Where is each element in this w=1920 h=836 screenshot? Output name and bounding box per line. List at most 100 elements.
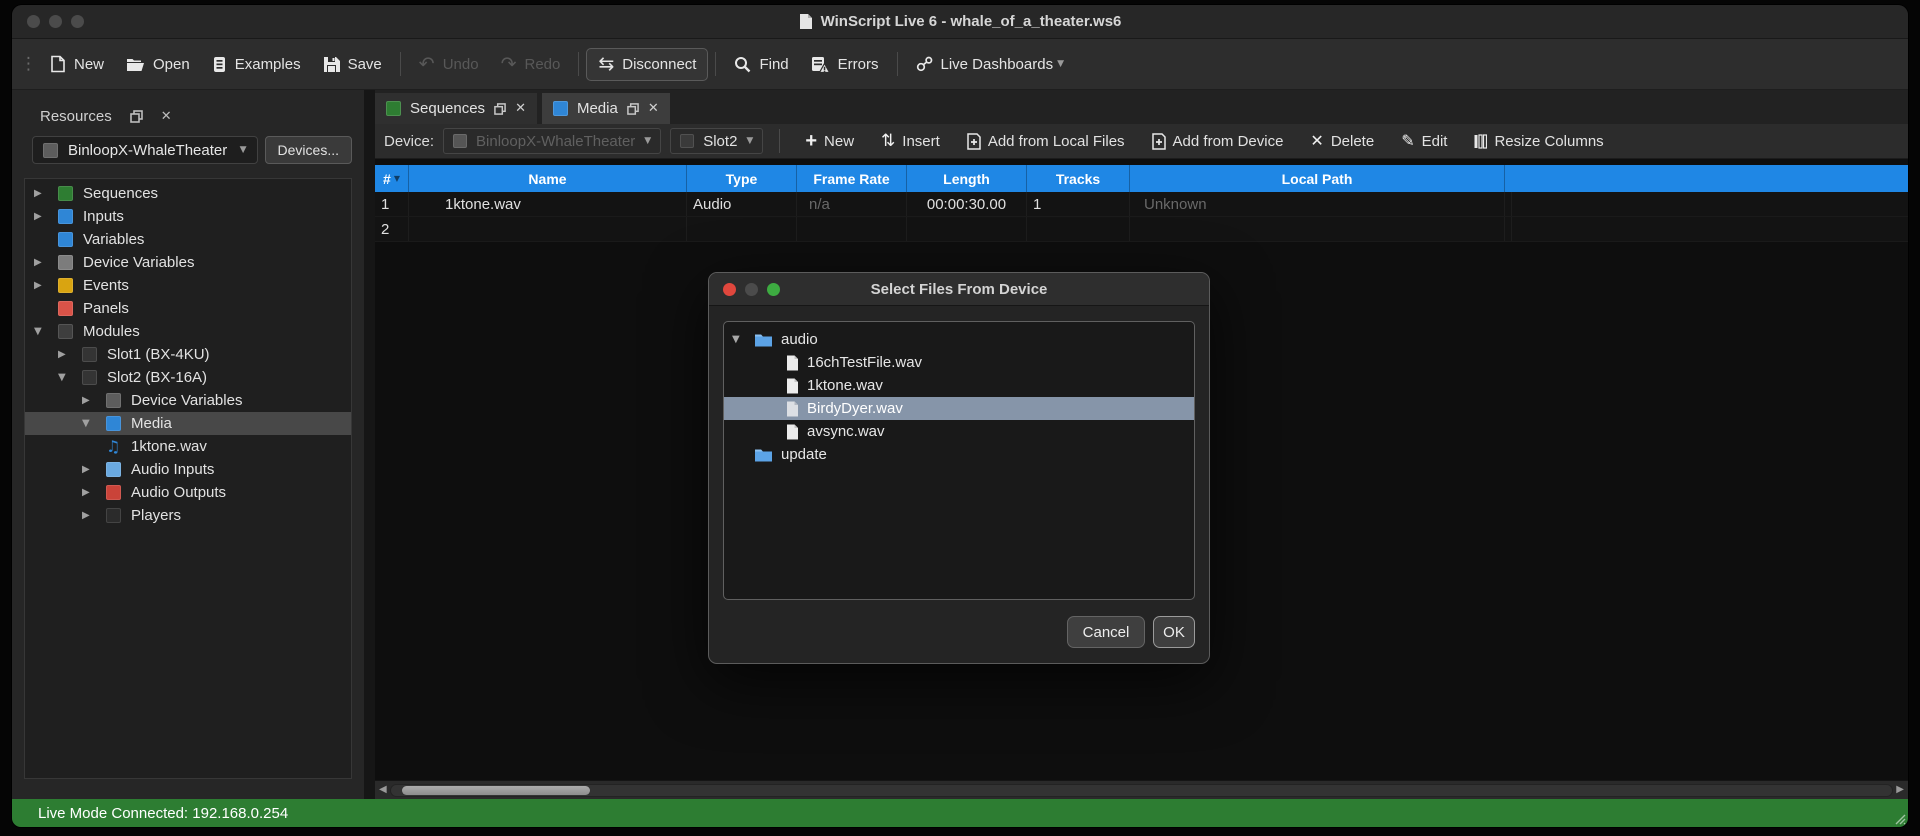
media-insert-button[interactable]: ⇅ Insert [872, 129, 949, 154]
chevron-right-icon[interactable]: ▶ [82, 464, 98, 475]
players-icon [106, 508, 121, 523]
chevron-right-icon[interactable]: ▶ [82, 510, 98, 521]
close-window-icon[interactable] [723, 283, 736, 296]
media-new-button[interactable]: + New [796, 127, 863, 155]
device-files-tree: ▼ audio 16chTestFile.wav 1ktone.wav [723, 321, 1195, 600]
close-panel-icon[interactable]: ✕ [161, 110, 172, 123]
column-header-length[interactable]: Length [907, 165, 1027, 192]
tab-media[interactable]: Media ✕ [542, 93, 670, 124]
chevron-down-icon[interactable]: ▼ [34, 326, 50, 337]
resize-grip[interactable] [1892, 811, 1906, 825]
tree-item-events[interactable]: ▶ Events [25, 274, 351, 297]
add-from-local-files-button[interactable]: Add from Local Files [958, 129, 1134, 154]
chevron-down-icon[interactable]: ▼ [58, 372, 74, 383]
float-tab-icon[interactable] [627, 103, 639, 115]
column-header-num[interactable]: # ▼ [375, 165, 409, 192]
table-row[interactable]: 2 [375, 217, 1908, 242]
device-selector[interactable]: BinloopX-WhaleTheater ▼ [32, 136, 258, 164]
window-title: WinScript Live 6 - whale_of_a_theater.ws… [821, 13, 1122, 30]
zoom-window-icon[interactable] [767, 283, 780, 296]
resize-columns-icon [1474, 134, 1487, 149]
errors-button[interactable]: Errors [800, 50, 890, 79]
live-dashboards-button[interactable]: Live Dashboards ▼ [905, 50, 1076, 79]
column-header-name[interactable]: Name [409, 165, 687, 192]
column-header-frame-rate[interactable]: Frame Rate [797, 165, 907, 192]
column-header-type[interactable]: Type [687, 165, 797, 192]
panel-splitter[interactable] [364, 90, 375, 799]
add-from-device-button[interactable]: Add from Device [1143, 129, 1293, 154]
examples-button[interactable]: Examples [201, 50, 312, 79]
tab-sequences[interactable]: Sequences ✕ [375, 93, 537, 124]
tree-item-update-folder[interactable]: update [724, 443, 1194, 466]
tree-item-file[interactable]: 16chTestFile.wav [724, 351, 1194, 374]
scroll-right-icon[interactable]: ▶ [1896, 785, 1904, 795]
device-label: Device: [384, 133, 434, 150]
undo-button[interactable]: ↶ Undo [408, 49, 490, 80]
tree-item-device-variables[interactable]: ▶ Device Variables [25, 251, 351, 274]
tree-item-audio-folder[interactable]: ▼ audio [724, 328, 1194, 351]
chevron-down-icon[interactable]: ▼ [1057, 59, 1064, 69]
tree-item-file-selected[interactable]: BirdyDyer.wav [724, 397, 1194, 420]
device-square-icon [43, 143, 58, 158]
close-window-icon[interactable] [27, 15, 40, 28]
tree-item-inputs[interactable]: ▶ Inputs [25, 205, 351, 228]
minimize-window-icon[interactable] [49, 15, 62, 28]
media-device-selector[interactable]: BinloopX-WhaleTheater ▼ [443, 128, 661, 154]
column-header-local-path[interactable]: Local Path [1130, 165, 1505, 192]
zoom-window-icon[interactable] [71, 15, 84, 28]
tree-item-file[interactable]: 1ktone.wav [724, 374, 1194, 397]
float-panel-icon[interactable] [130, 110, 143, 123]
tree-item-media[interactable]: ▼ Media [25, 412, 351, 435]
chevron-right-icon[interactable]: ▶ [82, 395, 98, 406]
ok-button[interactable]: OK [1153, 616, 1195, 648]
minimize-window-icon[interactable] [745, 283, 758, 296]
toolbar-separator [715, 52, 716, 76]
tree-item-slot1[interactable]: ▶ Slot1 (BX-4KU) [25, 343, 351, 366]
table-row[interactable]: 1 1ktone.wav Audio n/a 00:00:30.00 1 Unk… [375, 192, 1908, 217]
scroll-left-icon[interactable]: ◀ [379, 785, 387, 795]
float-tab-icon[interactable] [494, 103, 506, 115]
events-icon [58, 278, 73, 293]
new-button[interactable]: New [39, 49, 115, 79]
chevron-down-icon[interactable]: ▼ [732, 334, 748, 345]
media-icon [553, 101, 568, 116]
tree-item-players[interactable]: ▶ Players [25, 504, 351, 527]
toolbar-drag-handle[interactable]: ⋮ [20, 54, 35, 74]
chevron-right-icon[interactable]: ▶ [34, 280, 50, 291]
resize-columns-button[interactable]: Resize Columns [1465, 129, 1612, 154]
chevron-right-icon[interactable]: ▶ [58, 349, 74, 360]
cancel-button[interactable]: Cancel [1067, 616, 1145, 648]
scrollbar-track[interactable] [390, 784, 1894, 797]
chevron-right-icon[interactable]: ▶ [34, 211, 50, 222]
close-tab-icon[interactable]: ✕ [648, 101, 659, 116]
tree-item-audio-inputs[interactable]: ▶ Audio Inputs [25, 458, 351, 481]
chevron-right-icon[interactable]: ▶ [82, 487, 98, 498]
slot-selector[interactable]: Slot2 ▼ [670, 128, 763, 154]
tree-item-modules[interactable]: ▼ Modules [25, 320, 351, 343]
disconnect-button[interactable]: ⇆ Disconnect [586, 48, 708, 81]
redo-button[interactable]: ↷ Redo [490, 49, 572, 80]
tree-item-1ktone[interactable]: ♫ 1ktone.wav [25, 435, 351, 458]
open-button[interactable]: Open [115, 50, 201, 79]
delete-button[interactable]: ✕ Delete [1301, 129, 1383, 154]
tree-item-sequences[interactable]: ▶ Sequences [25, 182, 351, 205]
tree-item-variables[interactable]: Variables [25, 228, 351, 251]
edit-button[interactable]: ✎ Edit [1392, 129, 1456, 154]
devices-button[interactable]: Devices... [265, 136, 352, 164]
tree-item-slot2[interactable]: ▼ Slot2 (BX-16A) [25, 366, 351, 389]
tree-item-slot2-device-variables[interactable]: ▶ Device Variables [25, 389, 351, 412]
close-tab-icon[interactable]: ✕ [515, 101, 526, 116]
save-button[interactable]: Save [312, 50, 393, 79]
tree-item-panels[interactable]: Panels [25, 297, 351, 320]
tree-item-audio-outputs[interactable]: ▶ Audio Outputs [25, 481, 351, 504]
column-header-tracks[interactable]: Tracks [1027, 165, 1130, 192]
errors-icon [811, 56, 830, 73]
chevron-right-icon[interactable]: ▶ [34, 188, 50, 199]
delete-x-icon: ✕ [1310, 133, 1323, 149]
scrollbar-thumb[interactable] [402, 786, 590, 795]
find-button[interactable]: Find [723, 50, 799, 79]
chevron-right-icon[interactable]: ▶ [34, 257, 50, 268]
tree-item-file[interactable]: avsync.wav [724, 420, 1194, 443]
tab-bar: Sequences ✕ Media ✕ [375, 90, 1908, 124]
chevron-down-icon[interactable]: ▼ [82, 418, 98, 429]
